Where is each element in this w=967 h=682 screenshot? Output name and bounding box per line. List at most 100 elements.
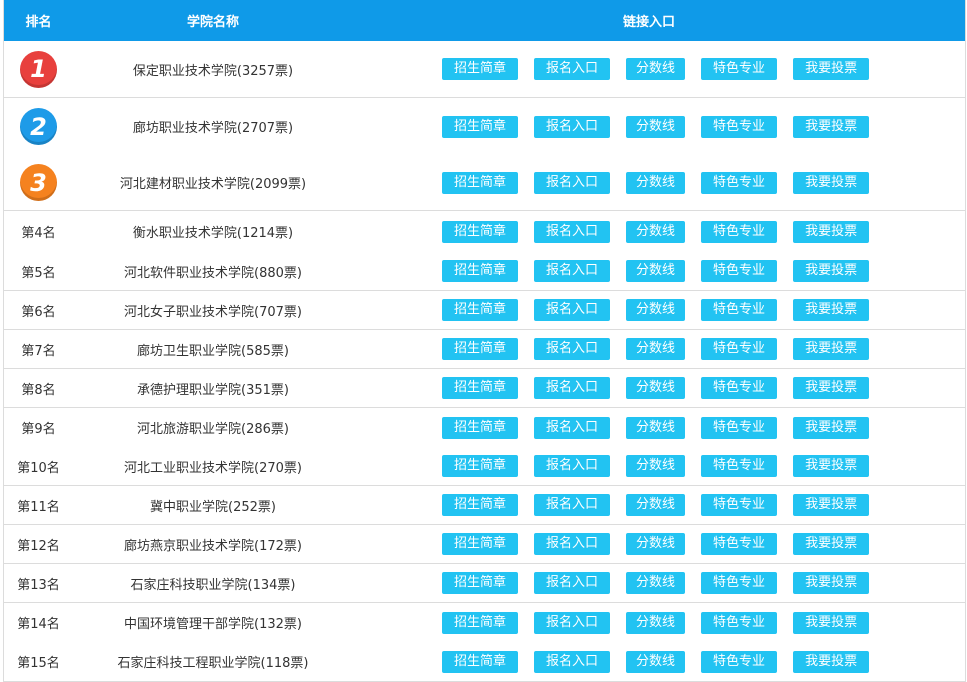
registration-button[interactable]: 报名入口 bbox=[534, 299, 611, 321]
featured-major-button[interactable]: 特色专业 bbox=[701, 171, 778, 194]
featured-major-button[interactable]: 特色专业 bbox=[701, 260, 778, 282]
featured-major-button[interactable]: 特色专业 bbox=[701, 494, 778, 516]
vote-button[interactable]: 我要投票 bbox=[793, 171, 870, 194]
score-line-button[interactable]: 分数线 bbox=[626, 338, 686, 360]
table-row: 第7名 廊坊卫生职业学院(585票) 招生简章 报名入口 分数线 特色专业 我要投票 bbox=[4, 330, 965, 369]
registration-button[interactable]: 报名入口 bbox=[534, 650, 611, 673]
admission-guide-button[interactable]: 招生简章 bbox=[442, 58, 519, 80]
table-row: 第6名 河北女子职业技术学院(707票) 招生简章 报名入口 分数线 特色专业 我要投票 bbox=[4, 291, 965, 330]
vote-button[interactable]: 我要投票 bbox=[793, 650, 870, 673]
score-line-button[interactable]: 分数线 bbox=[626, 299, 686, 321]
vote-button[interactable]: 我要投票 bbox=[793, 58, 870, 80]
rank-badge-icon: 3 bbox=[20, 164, 57, 201]
rank-cell: 第10名 bbox=[17, 460, 60, 476]
vote-button[interactable]: 我要投票 bbox=[793, 260, 870, 282]
vote-button[interactable]: 我要投票 bbox=[793, 115, 870, 138]
admission-guide-button[interactable]: 招生简章 bbox=[442, 455, 519, 477]
registration-button[interactable]: 报名入口 bbox=[534, 260, 611, 282]
featured-major-button[interactable]: 特色专业 bbox=[701, 572, 778, 594]
link-group: 招生简章 报名入口 分数线 特色专业 我要投票 bbox=[442, 115, 870, 138]
vote-button[interactable]: 我要投票 bbox=[793, 455, 870, 477]
featured-major-button[interactable]: 特色专业 bbox=[701, 377, 778, 399]
featured-major-button[interactable]: 特色专业 bbox=[701, 533, 778, 555]
rank-cell: 第9名 bbox=[21, 422, 56, 437]
registration-button[interactable]: 报名入口 bbox=[534, 455, 611, 477]
link-group: 招生简章 报名入口 分数线 特色专业 我要投票 bbox=[442, 494, 870, 516]
table-row: 1 保定职业技术学院(3257票) 招生简章 报名入口 分数线 特色专业 我要投票 bbox=[4, 41, 965, 98]
admission-guide-button[interactable]: 招生简章 bbox=[442, 260, 519, 282]
vote-button[interactable]: 我要投票 bbox=[793, 220, 870, 243]
score-line-button[interactable]: 分数线 bbox=[626, 416, 686, 439]
college-name: 廊坊职业技术学院(2707票) bbox=[132, 121, 294, 136]
admission-guide-button[interactable]: 招生简章 bbox=[442, 533, 519, 555]
score-line-button[interactable]: 分数线 bbox=[626, 377, 686, 399]
admission-guide-button[interactable]: 招生简章 bbox=[442, 494, 519, 516]
featured-major-button[interactable]: 特色专业 bbox=[701, 115, 778, 138]
registration-button[interactable]: 报名入口 bbox=[534, 533, 611, 555]
admission-guide-button[interactable]: 招生简章 bbox=[442, 416, 519, 439]
college-name: 廊坊卫生职业学院(585票) bbox=[137, 343, 289, 359]
college-name: 承德护理职业学院(351票) bbox=[137, 382, 289, 398]
featured-major-button[interactable]: 特色专业 bbox=[701, 338, 778, 360]
rank-cell: 第15名 bbox=[17, 656, 60, 671]
registration-button[interactable]: 报名入口 bbox=[534, 494, 611, 516]
admission-guide-button[interactable]: 招生简章 bbox=[442, 220, 519, 243]
rank-cell: 第8名 bbox=[21, 382, 56, 398]
vote-button[interactable]: 我要投票 bbox=[793, 338, 870, 360]
admission-guide-button[interactable]: 招生简章 bbox=[442, 572, 519, 594]
college-name: 保定职业技术学院(3257票) bbox=[132, 63, 294, 79]
table-row: 第9名 河北旅游职业学院(286票) 招生简章 报名入口 分数线 特色专业 我要投票 bbox=[4, 408, 965, 447]
admission-guide-button[interactable]: 招生简章 bbox=[442, 115, 519, 138]
rank-cell: 第7名 bbox=[21, 343, 56, 359]
rank-cell: 1 bbox=[4, 50, 73, 88]
featured-major-button[interactable]: 特色专业 bbox=[701, 611, 778, 634]
registration-button[interactable]: 报名入口 bbox=[534, 115, 611, 138]
vote-button[interactable]: 我要投票 bbox=[793, 611, 870, 634]
score-line-button[interactable]: 分数线 bbox=[626, 115, 686, 138]
college-name: 河北软件职业技术学院(880票) bbox=[124, 265, 302, 281]
vote-button[interactable]: 我要投票 bbox=[793, 377, 870, 399]
featured-major-button[interactable]: 特色专业 bbox=[701, 220, 778, 243]
college-name: 衡水职业技术学院(1214票) bbox=[132, 226, 294, 241]
score-line-button[interactable]: 分数线 bbox=[626, 611, 686, 634]
registration-button[interactable]: 报名入口 bbox=[534, 171, 611, 194]
registration-button[interactable]: 报名入口 bbox=[534, 416, 611, 439]
registration-button[interactable]: 报名入口 bbox=[534, 377, 611, 399]
college-name: 石家庄科技职业学院(134票) bbox=[130, 577, 296, 593]
featured-major-button[interactable]: 特色专业 bbox=[701, 650, 778, 673]
registration-button[interactable]: 报名入口 bbox=[534, 338, 611, 360]
link-group: 招生简章 报名入口 分数线 特色专业 我要投票 bbox=[442, 338, 870, 360]
registration-button[interactable]: 报名入口 bbox=[534, 220, 611, 243]
score-line-button[interactable]: 分数线 bbox=[626, 220, 686, 243]
score-line-button[interactable]: 分数线 bbox=[626, 533, 686, 555]
registration-button[interactable]: 报名入口 bbox=[534, 58, 611, 80]
table-row: 第8名 承德护理职业学院(351票) 招生简章 报名入口 分数线 特色专业 我要投票 bbox=[4, 369, 965, 408]
rank-cell: 第14名 bbox=[17, 617, 60, 632]
admission-guide-button[interactable]: 招生简章 bbox=[442, 299, 519, 321]
score-line-button[interactable]: 分数线 bbox=[626, 455, 686, 477]
admission-guide-button[interactable]: 招生简章 bbox=[442, 338, 519, 360]
vote-button[interactable]: 我要投票 bbox=[793, 533, 870, 555]
score-line-button[interactable]: 分数线 bbox=[626, 260, 686, 282]
vote-button[interactable]: 我要投票 bbox=[793, 416, 870, 439]
admission-guide-button[interactable]: 招生简章 bbox=[442, 171, 519, 194]
college-name: 河北工业职业技术学院(270票) bbox=[124, 460, 302, 476]
registration-button[interactable]: 报名入口 bbox=[534, 611, 611, 634]
featured-major-button[interactable]: 特色专业 bbox=[701, 299, 778, 321]
admission-guide-button[interactable]: 招生简章 bbox=[442, 611, 519, 634]
score-line-button[interactable]: 分数线 bbox=[626, 171, 686, 194]
featured-major-button[interactable]: 特色专业 bbox=[701, 455, 778, 477]
featured-major-button[interactable]: 特色专业 bbox=[701, 416, 778, 439]
vote-button[interactable]: 我要投票 bbox=[793, 572, 870, 594]
admission-guide-button[interactable]: 招生简章 bbox=[442, 650, 519, 673]
score-line-button[interactable]: 分数线 bbox=[626, 650, 686, 673]
admission-guide-button[interactable]: 招生简章 bbox=[442, 377, 519, 399]
score-line-button[interactable]: 分数线 bbox=[626, 494, 686, 516]
registration-button[interactable]: 报名入口 bbox=[534, 572, 611, 594]
vote-button[interactable]: 我要投票 bbox=[793, 299, 870, 321]
featured-major-button[interactable]: 特色专业 bbox=[701, 58, 778, 80]
vote-button[interactable]: 我要投票 bbox=[793, 494, 870, 516]
score-line-button[interactable]: 分数线 bbox=[626, 58, 686, 80]
score-line-button[interactable]: 分数线 bbox=[626, 572, 686, 594]
rank-cell: 第12名 bbox=[17, 538, 60, 554]
